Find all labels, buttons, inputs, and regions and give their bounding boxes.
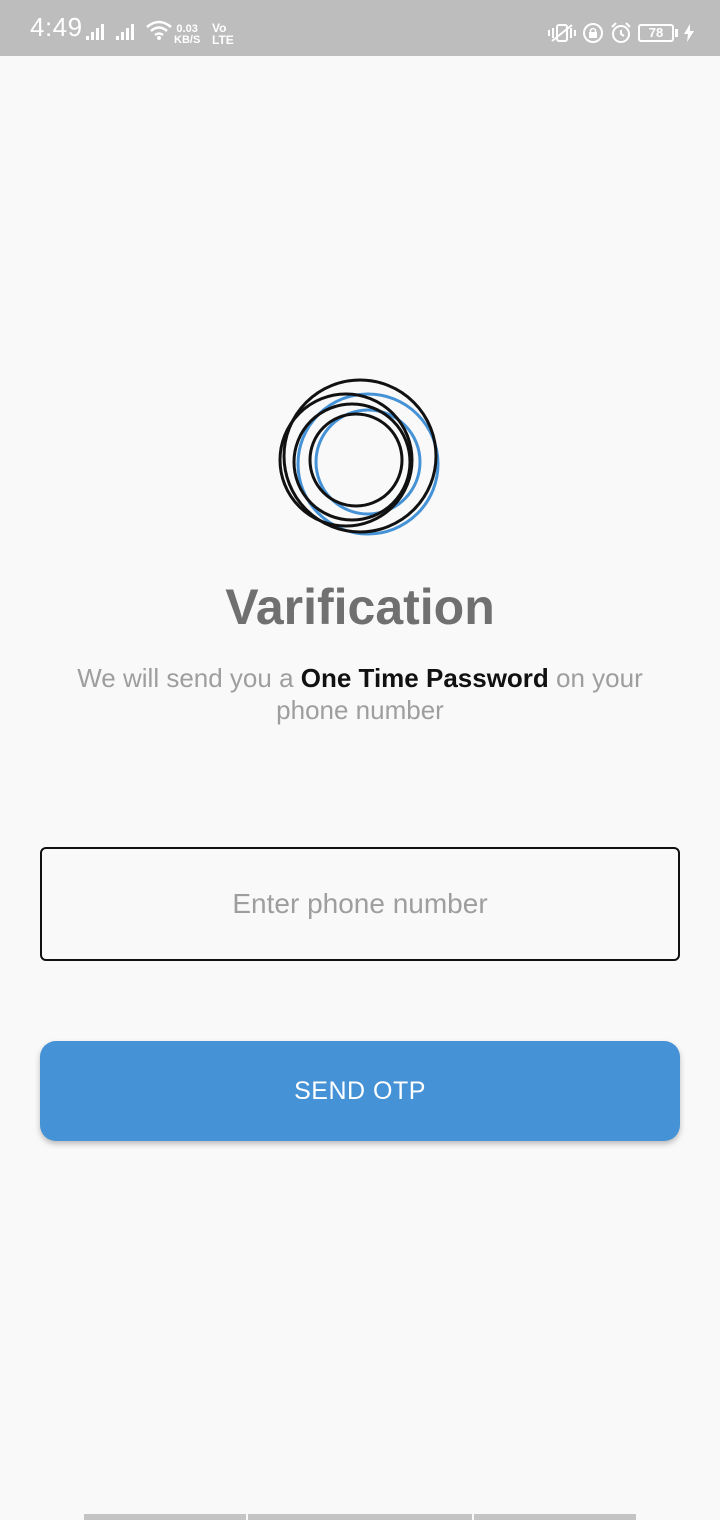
charging-icon [684,24,694,42]
subtitle-highlight: One Time Password [300,663,549,693]
nav-bar-segment [84,1514,246,1520]
alarm-icon [611,22,631,43]
status-left-icons [86,20,172,40]
nav-bar-segment [474,1514,636,1520]
concentric-rings-logo-icon [278,378,440,536]
battery-icon: 78 [638,24,678,42]
page-title: Varification [225,579,495,635]
net-speed-unit: KB/S [174,34,201,46]
page-subtitle: We will send you a One Time Password on … [60,662,660,726]
status-bar: 4:49 0.03 KB/S Vo LTE 78 [0,0,720,56]
net-speed: 0.03 KB/S [174,24,200,46]
battery-level: 78 [638,24,674,42]
volte-indicator: Vo LTE [212,22,234,46]
nav-bar-segment [248,1514,472,1520]
status-time: 4:49 [30,12,83,42]
wifi-icon [146,20,172,40]
signal-icon [86,24,104,40]
phone-number-input[interactable] [40,847,680,961]
rotation-lock-icon [583,23,603,43]
send-otp-button[interactable]: SEND OTP [40,1041,680,1141]
signal-icon [116,24,134,40]
battery-nub [675,29,678,37]
vibrate-icon [548,24,576,42]
status-right-icons: 78 [548,22,694,44]
subtitle-prefix: We will send you a [77,663,301,693]
volte-bottom: LTE [212,33,234,47]
